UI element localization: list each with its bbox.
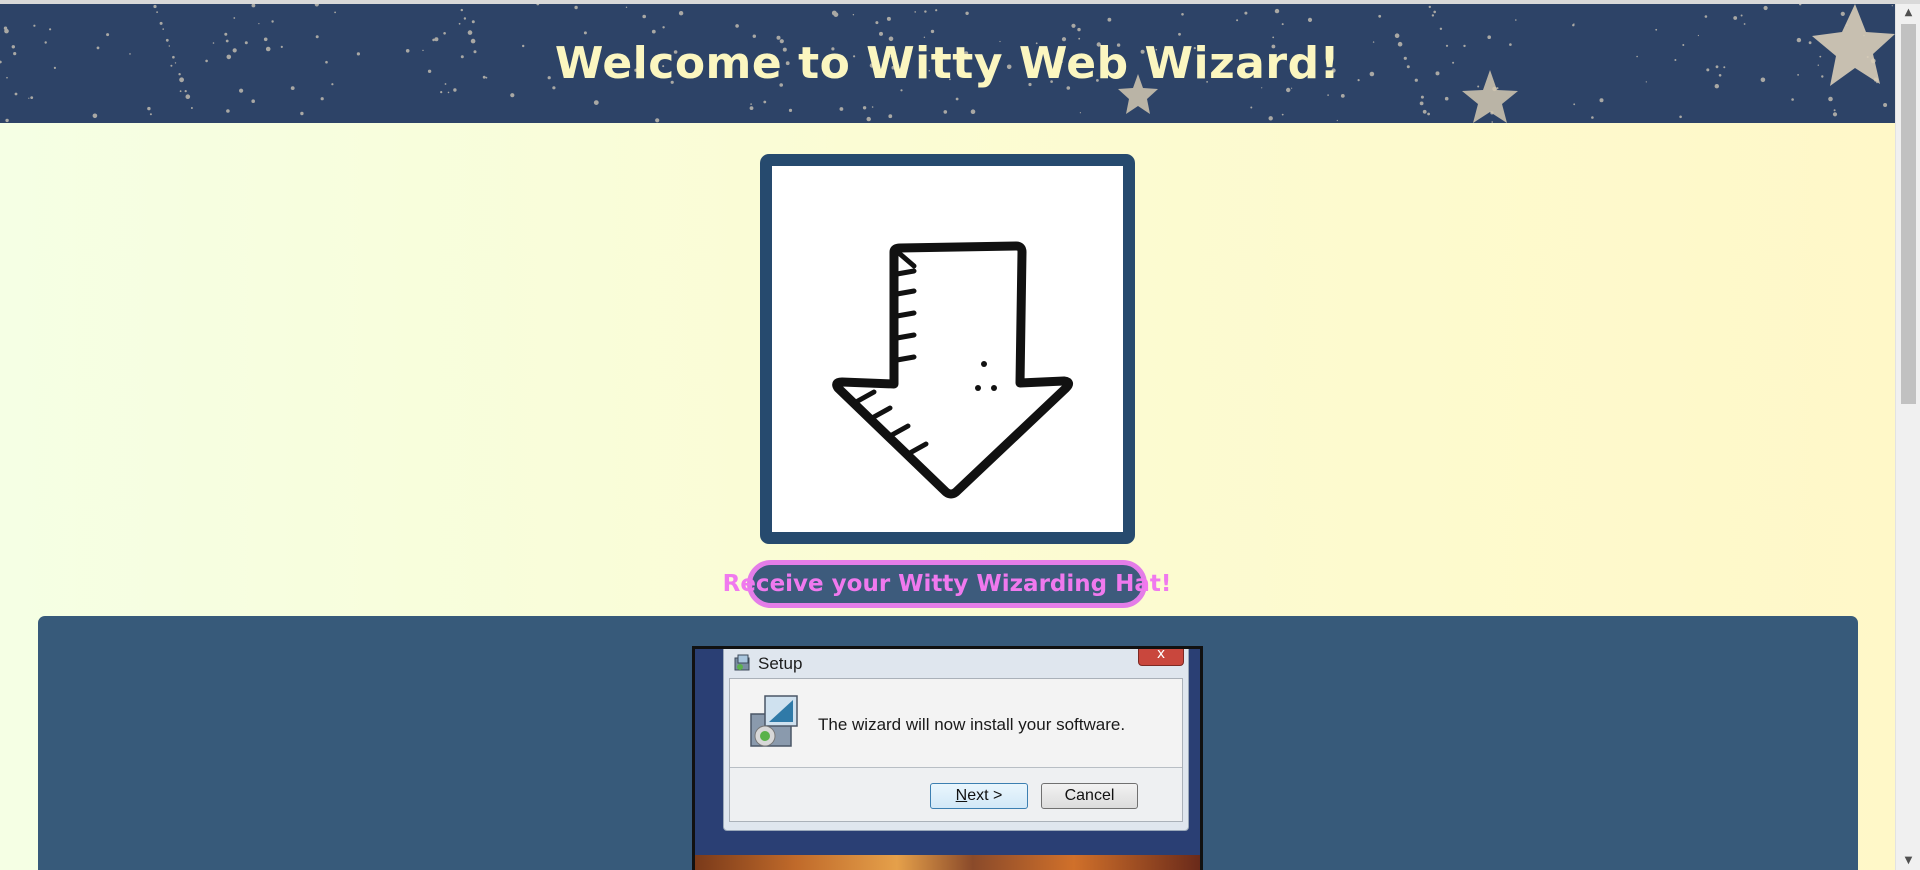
scroll-thumb[interactable] [1901,24,1916,404]
wizard-artwork [695,855,1200,870]
header-banner: Welcome to Witty Web Wizard! [0,4,1895,123]
setup-dialog: Setup x The wizard will now install your… [723,649,1189,831]
dialog-message: The wizard will now install your softwar… [818,715,1126,734]
page-title: Welcome to Witty Web Wizard! [554,38,1341,89]
cancel-button: Cancel [1041,783,1138,809]
dialog-titlebar: Setup x [724,649,1188,676]
dialog-title: Setup [758,654,803,673]
scroll-up-icon[interactable]: ▲ [1896,4,1920,22]
receive-hat-link[interactable]: Receive your Witty Wizarding Hat! [723,560,1171,608]
close-icon: x [1138,649,1184,666]
next-mnemonic: N [955,787,968,804]
next-button: Next > [930,783,1028,809]
dialog-body: The wizard will now install your softwar… [729,678,1183,822]
setup-screenshot-image: Setup x The wizard will now install your… [692,646,1203,870]
installer-icon [750,695,798,747]
vertical-scrollbar[interactable]: ▲ ▼ [1895,4,1920,870]
next-label: ext > [967,787,1003,804]
down-arrow-icon [832,241,1074,499]
download-arrow-card[interactable] [760,154,1135,544]
scroll-down-icon[interactable]: ▼ [1896,852,1920,870]
dialog-message-area: The wizard will now install your softwar… [730,679,1182,768]
setup-icon [734,654,750,671]
page: Welcome to Witty Web Wizard! Receive you… [0,0,1920,870]
